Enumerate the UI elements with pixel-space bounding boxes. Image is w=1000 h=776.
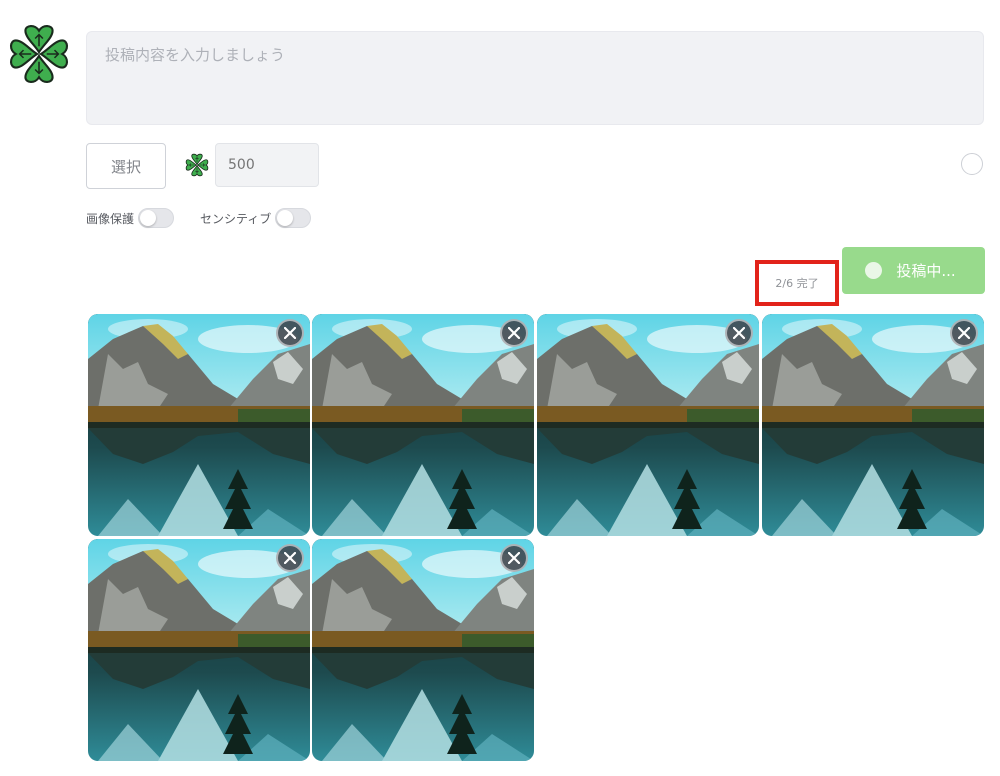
select-button[interactable]: 選択 <box>86 143 166 189</box>
image-thumbnail[interactable] <box>88 539 310 761</box>
mountain-lake-image <box>88 314 310 536</box>
image-thumbnail[interactable] <box>312 314 534 536</box>
close-icon <box>508 327 520 339</box>
close-icon <box>284 327 296 339</box>
sensitive-switch[interactable] <box>275 208 312 228</box>
remove-image-button[interactable] <box>950 319 978 347</box>
image-thumbnail[interactable] <box>312 539 534 761</box>
loading-spinner-icon <box>865 262 883 279</box>
upload-progress-highlight: 2/6 完了 <box>755 260 839 306</box>
switch-knob <box>277 210 294 226</box>
image-thumbnail[interactable] <box>762 314 984 536</box>
switch-knob <box>140 210 157 226</box>
post-content-input[interactable] <box>86 31 984 125</box>
mountain-lake-image <box>762 314 984 536</box>
close-icon <box>733 327 745 339</box>
mountain-lake-image <box>537 314 759 536</box>
post-button[interactable]: 投稿中... <box>842 247 985 294</box>
close-icon <box>284 552 296 564</box>
remove-image-button[interactable] <box>500 544 528 572</box>
remove-image-button[interactable] <box>276 544 304 572</box>
remove-image-button[interactable] <box>725 319 753 347</box>
mountain-lake-image <box>312 539 534 761</box>
close-icon <box>508 552 520 564</box>
remove-image-button[interactable] <box>276 319 304 347</box>
clover-logo-icon <box>9 24 69 84</box>
upload-progress-text: 2/6 完了 <box>775 277 819 290</box>
image-protection-toggle-row: 画像保護 <box>86 208 175 228</box>
sensitive-toggle-row: センシティブ <box>200 208 312 228</box>
image-protection-label: 画像保護 <box>86 211 135 226</box>
close-icon <box>958 327 970 339</box>
image-thumbnail[interactable] <box>88 314 310 536</box>
image-protection-switch[interactable] <box>138 208 175 228</box>
image-thumbnail[interactable] <box>537 314 759 536</box>
mountain-lake-image <box>88 539 310 761</box>
sensitive-label: センシティブ <box>200 211 272 226</box>
post-button-label: 投稿中... <box>896 262 956 280</box>
amount-input[interactable] <box>215 143 319 187</box>
remove-image-button[interactable] <box>500 319 528 347</box>
mountain-lake-image <box>312 314 534 536</box>
clover-coin-icon <box>185 153 209 177</box>
option-radio[interactable] <box>961 153 983 175</box>
